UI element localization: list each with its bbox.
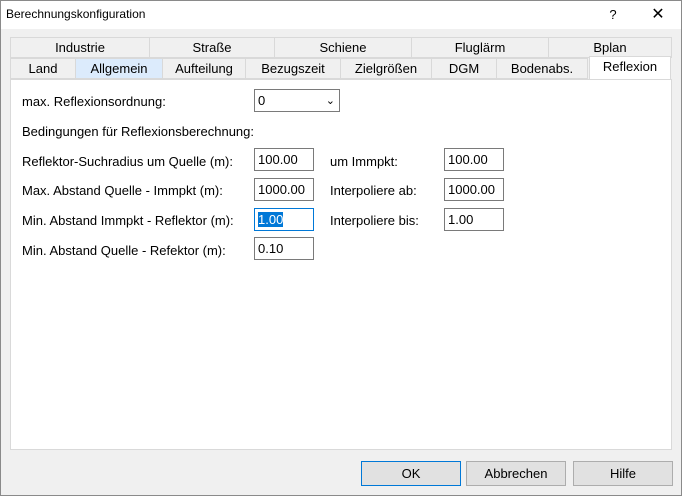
max-distance-label: Max. Abstand Quelle - Immpkt (m): (22, 183, 223, 198)
ok-button[interactable]: OK (361, 461, 461, 486)
tab-zielgroessen[interactable]: Zielgrößen (340, 58, 432, 79)
tab-bodenabs[interactable]: Bodenabs. (496, 58, 588, 79)
tab-strasse[interactable]: Straße (149, 37, 275, 58)
search-radius-input[interactable]: 100.00 (254, 148, 314, 171)
order-value: 0 (258, 93, 266, 108)
tab-dgm[interactable]: DGM (431, 58, 497, 79)
min-distance-source-input[interactable]: 0.10 (254, 237, 314, 260)
receiver-radius-label: um Immpkt: (330, 154, 398, 169)
selected-text: 1.00 (258, 212, 284, 227)
tab-schiene[interactable]: Schiene (274, 37, 412, 58)
tab-industrie[interactable]: Industrie (10, 37, 150, 58)
tab-bplan[interactable]: Bplan (548, 37, 672, 58)
tab-reflexion[interactable]: Reflexion (589, 56, 671, 80)
window-title: Berechnungskonfiguration (6, 7, 146, 21)
help-button[interactable]: Hilfe (573, 461, 673, 486)
min-distance-source-label: Min. Abstand Quelle - Refektor (m): (22, 243, 226, 258)
chevron-down-icon[interactable]: ⌄ (326, 93, 335, 110)
min-distance-receiver-label: Min. Abstand Immpkt - Reflektor (m): (22, 213, 234, 228)
tab-land[interactable]: Land (10, 58, 76, 79)
conditions-label: Bedingungen für Reflexionsberechnung: (22, 124, 255, 139)
interpolate-to-label: Interpoliere bis: (330, 213, 419, 228)
tab-allgemein[interactable]: Allgemein (75, 58, 163, 79)
interpolate-to-input[interactable]: 1.00 (444, 208, 504, 231)
search-radius-label: Reflektor-Suchradius um Quelle (m): (22, 154, 233, 169)
tab-aufteilung[interactable]: Aufteilung (162, 58, 246, 79)
receiver-radius-input[interactable]: 100.00 (444, 148, 504, 171)
interpolate-from-input[interactable]: 1000.00 (444, 178, 504, 201)
min-distance-receiver-input[interactable]: 1.00 (254, 208, 314, 231)
order-label: max. Reflexionsordnung: (22, 94, 166, 109)
cancel-button[interactable]: Abbrechen (466, 461, 566, 486)
dialog-window: Berechnungskonfiguration ? ✕ Industrie S… (0, 0, 682, 496)
tab-fluglaerm[interactable]: Fluglärm (411, 37, 549, 58)
close-icon[interactable]: ✕ (638, 1, 678, 29)
interpolate-from-label: Interpoliere ab: (330, 183, 417, 198)
order-select[interactable]: 0 ⌄ (254, 89, 340, 112)
max-distance-input[interactable]: 1000.00 (254, 178, 314, 201)
tab-bezugszeit[interactable]: Bezugszeit (245, 58, 341, 79)
help-icon[interactable]: ? (593, 1, 633, 29)
title-bar: Berechnungskonfiguration ? ✕ (1, 1, 681, 29)
